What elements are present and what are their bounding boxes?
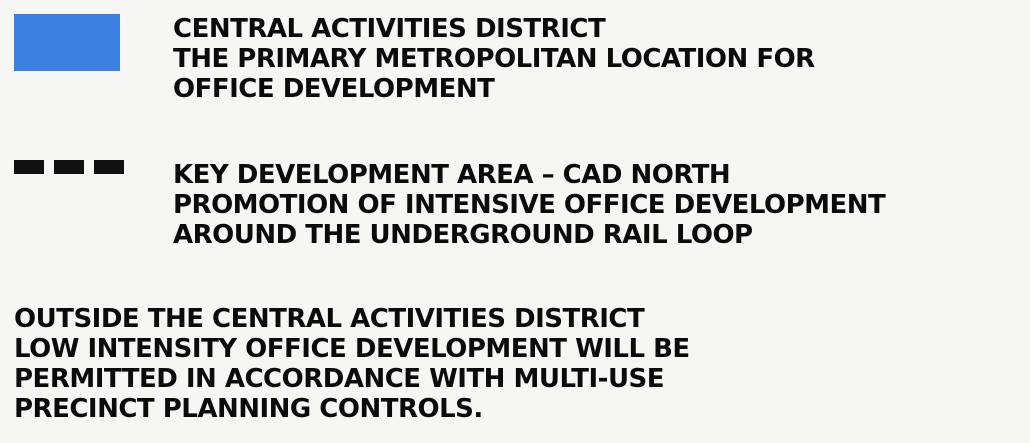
cad-color-swatch [14,14,120,71]
dash-segment [14,160,44,174]
outside-cad-line: LOW INTENSITY OFFICE DEVELOPMENT WILL BE [14,334,690,364]
key-area-legend-line: AROUND THE UNDERGROUND RAIL LOOP [173,220,753,250]
dashed-line-symbol [14,160,124,174]
key-area-legend-text: KEY DEVELOPMENT AREA – CAD NORTH PROMOTI… [173,160,886,250]
dash-segment [94,160,124,174]
outside-cad-line: PERMITTED IN ACCORDANCE WITH MULTI-USE [14,364,665,394]
key-area-legend-line: KEY DEVELOPMENT AREA – CAD NORTH [173,160,731,190]
key-area-legend-line: PROMOTION OF INTENSIVE OFFICE DEVELOPMEN… [173,190,886,220]
outside-cad-line: OUTSIDE THE CENTRAL ACTIVITIES DISTRICT [14,304,645,334]
cad-legend-line: THE PRIMARY METROPOLITAN LOCATION FOR [173,44,815,74]
dash-segment [54,160,84,174]
outside-cad-line: PRECINCT PLANNING CONTROLS. [14,394,483,424]
cad-legend-text: CENTRAL ACTIVITIES DISTRICT THE PRIMARY … [173,14,815,104]
cad-legend-line: CENTRAL ACTIVITIES DISTRICT [173,14,606,44]
outside-cad-text: OUTSIDE THE CENTRAL ACTIVITIES DISTRICT … [14,304,690,424]
cad-legend-line: OFFICE DEVELOPMENT [173,74,495,104]
